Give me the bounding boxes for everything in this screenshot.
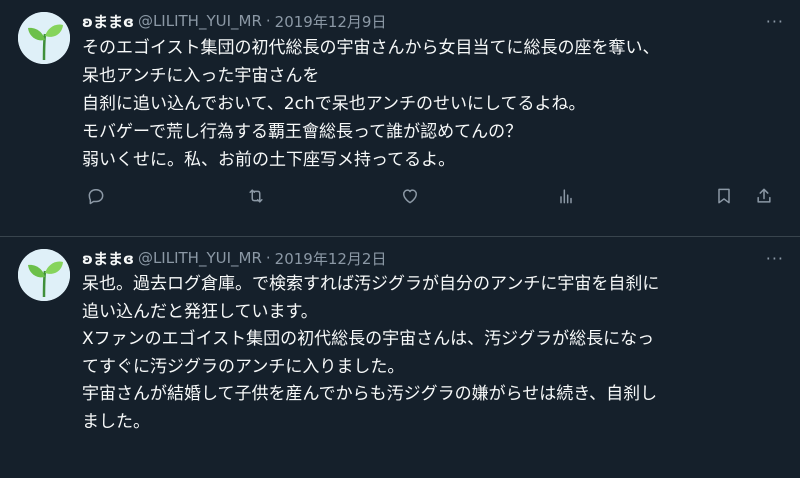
reply-icon[interactable] — [84, 184, 108, 208]
tweet-text: そのエゴイスト集団の初代総長の宇宙さんから女目当てに総長の座を奪い、 呆也アンチ… — [82, 38, 660, 170]
display-name[interactable]: ʚままɞ — [82, 248, 134, 269]
tweet-date[interactable]: 2019年12月2日 — [275, 248, 387, 269]
display-name[interactable]: ʚままɞ — [82, 11, 134, 32]
views-icon[interactable] — [554, 184, 578, 208]
share-icon[interactable] — [752, 184, 776, 208]
tweet-actions — [0, 184, 800, 208]
retweet-icon[interactable] — [244, 184, 268, 208]
avatar[interactable] — [18, 249, 70, 301]
more-icon[interactable]: ··· — [766, 249, 784, 268]
separator-dot: · — [265, 12, 271, 30]
tweet-header: ʚままɞ @LILITH_YUI_MR · 2019年12月2日 — [82, 247, 784, 269]
avatar[interactable] — [18, 12, 70, 64]
separator-dot: · — [265, 249, 271, 267]
tweet[interactable]: ʚままɞ @LILITH_YUI_MR · 2019年12月9日 ··· そのエ… — [0, 0, 800, 237]
more-icon[interactable]: ··· — [766, 12, 784, 31]
tweet-text: 呆也。過去ログ倉庫。で検索すれば汚ジグラが自分のアンチに宇宙を自刹に 追い込んだ… — [82, 274, 660, 432]
tweet-header: ʚままɞ @LILITH_YUI_MR · 2019年12月9日 — [82, 10, 784, 32]
timeline-feed: ʚままɞ @LILITH_YUI_MR · 2019年12月9日 ··· そのエ… — [0, 0, 800, 478]
user-handle[interactable]: @LILITH_YUI_MR — [138, 249, 262, 267]
tweet[interactable]: ʚままɞ @LILITH_YUI_MR · 2019年12月2日 ··· 呆也。… — [0, 237, 800, 478]
like-icon[interactable] — [398, 184, 422, 208]
bookmark-icon[interactable] — [712, 184, 736, 208]
tweet-date[interactable]: 2019年12月9日 — [275, 11, 387, 32]
user-handle[interactable]: @LILITH_YUI_MR — [138, 12, 262, 30]
